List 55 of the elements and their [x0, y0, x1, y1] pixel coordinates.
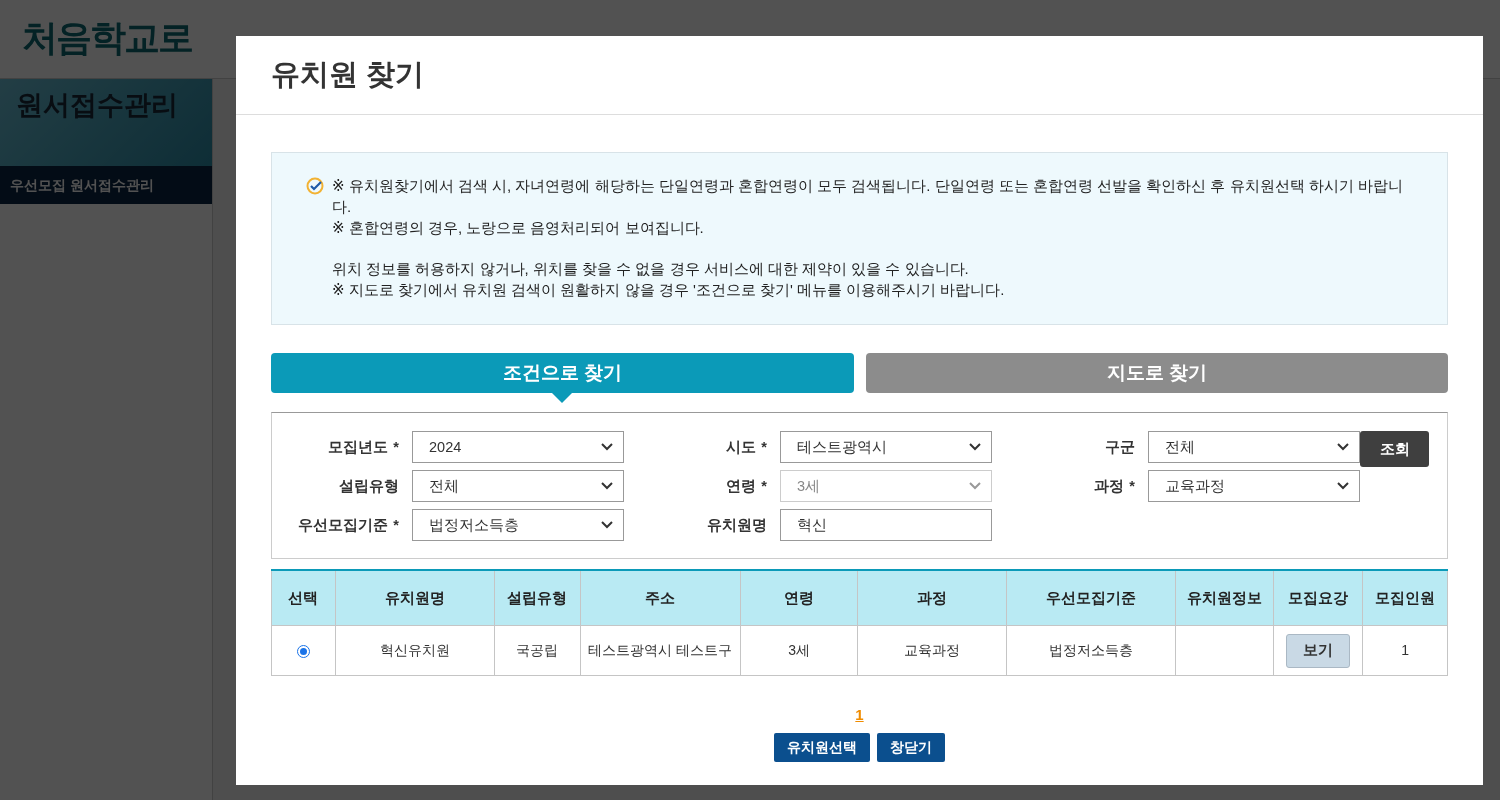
field-label: 우선모집기준: [298, 515, 389, 535]
field-label: 모집년도: [328, 437, 389, 457]
select-field[interactable]: 2024: [412, 431, 624, 463]
notice-text: ※ 혼합연령의 경우, 노랑으로 음영처리되어 보여집니다.: [332, 218, 705, 238]
select-field[interactable]: 테스트광역시: [780, 431, 992, 463]
search-button[interactable]: 조회: [1360, 431, 1429, 467]
column-header: 유치원정보: [1175, 570, 1274, 626]
required-mark: *: [761, 439, 767, 455]
chevron-down-icon: [1337, 443, 1349, 451]
select-field[interactable]: 법정저소득층: [412, 509, 624, 541]
column-header: 선택: [271, 570, 336, 626]
table-cell: 혁신유치원: [335, 625, 495, 676]
radio-button[interactable]: [297, 644, 310, 658]
modal-title: 유치원 찾기: [271, 57, 425, 92]
column-header: 모집인원: [1362, 570, 1448, 626]
input-field[interactable]: 혁신: [780, 509, 992, 541]
column-header: 과정: [857, 570, 1007, 626]
view-button[interactable]: 보기: [1286, 633, 1350, 668]
select-field[interactable]: 전체: [412, 470, 624, 502]
field-label: 설립유형: [339, 476, 399, 496]
notice-text: 위치 정보를 허용하지 않거나, 위치를 찾을 수 없을 경우 서비스에 대한 제약이 있을 수 있습니다.: [332, 259, 970, 279]
notice-text: ※ 지도로 찾기에서 유치원 검색이 원활하지 않을 경우 '조건으로 찾기' 메뉴를 이용해주시기 바랍니다.: [332, 280, 1006, 300]
column-header: 우선모집기준: [1006, 570, 1176, 626]
column-header: 모집요강: [1273, 570, 1363, 626]
table-cell: 테스트광역시 테스트구: [580, 625, 741, 676]
column-header: 유치원명: [335, 570, 495, 626]
table-cell: 1: [1362, 625, 1448, 676]
column-header: 연령: [740, 570, 858, 626]
chevron-down-icon: [969, 482, 981, 490]
notice-text: ※ 유치원찾기에서 검색 시, 자녀연령에 해당하는 단일연령과 혼합연령이 모두 검색됩니다. 단일연령 또는 혼합연령 선발을 확인하신 후 유치원선택 하시기 바랍니다.: [332, 176, 1404, 217]
required-mark: *: [393, 517, 399, 533]
chevron-down-icon: [601, 521, 613, 529]
table-cell: 국공립: [494, 625, 581, 676]
required-mark: *: [761, 478, 767, 494]
table-cell: 법정저소득층: [1006, 625, 1176, 676]
table-cell: 교육과정: [857, 625, 1007, 676]
action-button[interactable]: 창닫기: [877, 733, 945, 762]
field-label: 구군: [1105, 437, 1135, 457]
column-header: 주소: [580, 570, 741, 626]
required-mark: *: [393, 439, 399, 455]
field-label: 연령: [726, 476, 757, 496]
field-label: 시도: [726, 437, 757, 457]
action-button[interactable]: 유치원선택: [774, 733, 870, 762]
chevron-down-icon: [969, 443, 981, 451]
column-header: 설립유형: [494, 570, 581, 626]
chevron-down-icon: [601, 482, 613, 490]
field-label: 과정: [1094, 476, 1125, 496]
field-label: 유치원명: [707, 515, 767, 535]
select-field[interactable]: 전체: [1148, 431, 1360, 463]
check-icon: [306, 177, 324, 195]
chevron-down-icon: [601, 443, 613, 451]
required-mark: *: [1129, 478, 1135, 494]
table-cell: 3세: [740, 625, 858, 676]
select-field[interactable]: 교육과정: [1148, 470, 1360, 502]
chevron-down-icon: [1337, 482, 1349, 490]
